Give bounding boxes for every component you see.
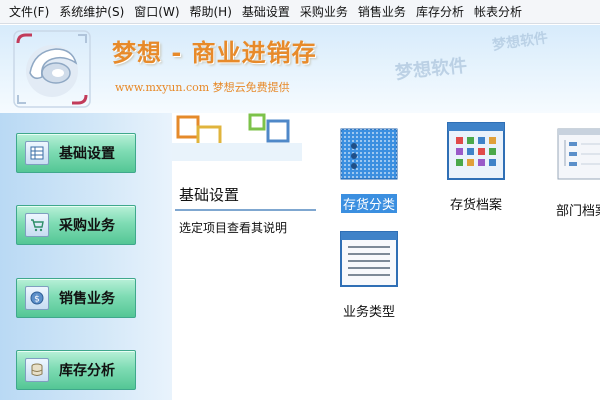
- grid-archive-icon: [447, 122, 505, 180]
- nav-label: 销售业务: [59, 291, 115, 307]
- nav-label: 采购业务: [59, 218, 115, 234]
- menu-report-analysis[interactable]: 帐表分析: [469, 0, 527, 24]
- panel-description: 选定项目查看其说明: [179, 221, 288, 235]
- database-icon: [25, 358, 49, 382]
- menu-purchase[interactable]: 采购业务: [295, 0, 353, 24]
- category-icon: [340, 128, 398, 180]
- function-label: 存货档案: [449, 198, 502, 213]
- menu-system-maintenance[interactable]: 系统维护(S): [54, 0, 129, 24]
- function-inventory-archive[interactable]: 存货档案: [436, 122, 516, 213]
- cart-icon: [25, 213, 49, 237]
- department-tree-icon: [557, 128, 600, 180]
- nav-label: 基础设置: [59, 146, 115, 162]
- nav-button-purchase[interactable]: 采购业务: [16, 205, 136, 245]
- title-divider: [175, 209, 316, 211]
- menu-file[interactable]: 文件(F): [4, 0, 54, 24]
- nav-label: 库存分析: [59, 363, 115, 379]
- banner-watermark: 梦想软件: [491, 30, 549, 54]
- app-logo: [13, 30, 91, 108]
- panel-title: 基础设置: [179, 186, 240, 204]
- menu-inventory-analysis[interactable]: 库存分析: [411, 0, 469, 24]
- category-panel: 基础设置 选定项目查看其说明: [172, 113, 322, 400]
- function-label: 部门档案: [556, 204, 600, 219]
- nav-button-inventory-analysis[interactable]: 库存分析: [16, 350, 136, 390]
- menu-sales[interactable]: 销售业务: [353, 0, 411, 24]
- app-subtitle: www.mxyun.com 梦想云免费提供: [115, 81, 290, 94]
- list-document-icon: [340, 231, 398, 287]
- menu-window[interactable]: 窗口(W): [129, 0, 184, 24]
- menu-bar: 文件(F) 系统维护(S) 窗口(W) 帮助(H) 基础设置 采购业务 销售业务…: [0, 0, 600, 24]
- nav-button-basic-settings[interactable]: 基础设置: [16, 133, 136, 173]
- left-navigation: 基础设置 采购业务 $ 销售业务 库存分析: [0, 113, 172, 400]
- function-inventory-category[interactable]: 存货分类: [329, 128, 409, 213]
- svg-text:$: $: [34, 295, 40, 305]
- function-label: 存货分类: [340, 194, 397, 213]
- nav-button-sales[interactable]: $ 销售业务: [16, 278, 136, 318]
- table-icon: [25, 141, 49, 165]
- coin-icon: $: [25, 286, 49, 310]
- app-title: 梦想 - 商业进销存: [112, 39, 317, 67]
- decorative-squares-icon: [172, 113, 302, 161]
- function-label: 业务类型: [342, 305, 395, 320]
- banner-watermark-lower: 梦想软件: [394, 55, 469, 84]
- header-banner: 梦想软件 梦想 - 商业进销存 www.mxyun.com 梦想云免费提供 梦想…: [0, 25, 600, 113]
- menu-help[interactable]: 帮助(H): [185, 0, 237, 24]
- function-business-type[interactable]: 业务类型: [329, 231, 409, 320]
- menu-basic-settings[interactable]: 基础设置: [237, 0, 295, 24]
- function-department-archive[interactable]: 部门档案: [546, 128, 600, 219]
